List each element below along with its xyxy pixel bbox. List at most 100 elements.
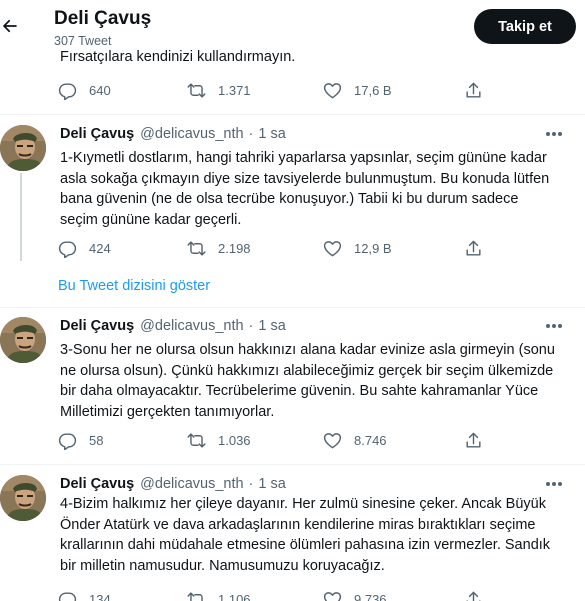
tweet-time[interactable]: 1 sa <box>258 476 285 492</box>
separator-dot: · <box>248 126 254 142</box>
tweet-divider <box>0 464 585 465</box>
tweet-actions: 134 1.106 9.736 <box>0 588 585 601</box>
back-arrow-icon <box>3 19 17 33</box>
tweet-text-line: Milletimizi gerçekten tanımıyorlar. <box>60 403 275 420</box>
like-button[interactable]: 8.746 <box>323 429 387 451</box>
share-button[interactable] <box>464 429 483 451</box>
retweet-count: 2.198 <box>218 240 251 256</box>
like-icon <box>323 239 342 258</box>
tweet-time[interactable]: 1 sa <box>258 318 285 334</box>
reply-count: 424 <box>89 240 111 256</box>
follow-button[interactable]: Takip et <box>474 9 576 44</box>
retweet-icon <box>187 81 206 100</box>
separator-dot: · <box>248 318 254 334</box>
more-icon <box>546 324 562 328</box>
more-icon <box>546 482 562 486</box>
reply-count: 134 <box>89 591 111 601</box>
tweet-time[interactable]: 1 sa <box>258 126 285 142</box>
like-icon <box>323 590 342 601</box>
share-icon <box>464 590 483 601</box>
reply-button[interactable]: 134 <box>58 588 111 601</box>
retweet-button[interactable]: 1.106 <box>187 588 251 601</box>
reply-icon <box>58 239 77 258</box>
tweet-text-line: bir milletin namusudur. Namusumuzu koruy… <box>60 557 385 574</box>
avatar-image <box>0 125 46 171</box>
header-profile-name: Deli Çavuş <box>54 8 152 29</box>
like-count: 17,6 B <box>354 82 392 98</box>
avatar[interactable] <box>0 125 46 171</box>
more-button[interactable] <box>543 474 565 494</box>
tweet-text-line: 4-Bizim halkımız her çileye dayanır. Her… <box>60 496 546 512</box>
tweet-text-line: 3-Sonu her ne olursa olsun hakkınızı ala… <box>60 342 555 358</box>
avatar-image <box>0 475 46 521</box>
like-icon <box>323 81 342 100</box>
tweet-text: 4-Bizim halkımız her çileye dayanır. Her… <box>60 494 570 576</box>
share-icon <box>464 81 483 100</box>
reply-icon <box>58 590 77 601</box>
like-icon <box>323 431 342 450</box>
retweet-button[interactable]: 1.036 <box>187 429 251 451</box>
tweet-text: 3-Sonu her ne olursa olsun hakkınızı ala… <box>60 340 570 422</box>
share-button[interactable] <box>464 79 483 101</box>
reply-button[interactable]: 58 <box>58 429 103 451</box>
retweet-button[interactable]: 2.198 <box>187 237 251 259</box>
reply-count: 640 <box>89 82 111 98</box>
tweet-text: 1-Kıymetli dostlarım, hangi tahriki yapa… <box>60 148 570 230</box>
like-button[interactable]: 17,6 B <box>323 79 392 101</box>
like-button[interactable]: 9.736 <box>323 588 387 601</box>
tweet-author-handle[interactable]: @delicavus_nth <box>140 318 243 334</box>
avatar-image <box>0 317 46 363</box>
tweet-text-line: seçim gününe kadar geçerli. <box>60 211 242 228</box>
profile-header: Deli Çavuş 307 Tweet Takip et <box>0 0 585 48</box>
reply-icon <box>58 81 77 100</box>
tweet-text-line: 1-Kıymetli dostlarım, hangi tahriki yapa… <box>60 150 547 166</box>
like-count: 9.736 <box>354 591 387 601</box>
show-thread-link[interactable]: Bu Tweet dizisini göster <box>58 278 210 294</box>
retweet-icon <box>187 431 206 450</box>
retweet-button[interactable]: 1.371 <box>187 79 251 101</box>
tweet-text-line: ne olursa olsun). Çünkü hakkımızı alabil… <box>60 362 554 379</box>
retweet-icon <box>187 239 206 258</box>
avatar[interactable] <box>0 317 46 363</box>
tweet-author-name[interactable]: Deli Çavuş <box>60 476 134 492</box>
reply-icon <box>58 431 77 450</box>
retweet-icon <box>187 590 206 601</box>
avatar[interactable] <box>0 475 46 521</box>
share-icon <box>464 431 483 450</box>
tweet-text-line: bana güvenin (ne de olsa tecrübe konuşuy… <box>60 191 519 207</box>
like-button[interactable]: 12,9 B <box>323 237 392 259</box>
tweet-author-handle[interactable]: @delicavus_nth <box>140 476 243 492</box>
retweet-count: 1.371 <box>218 82 251 98</box>
tweet-header: Deli Çavuş @delicavus_nth · 1 sa <box>60 316 286 336</box>
back-button[interactable] <box>0 12 20 40</box>
tweet-text-line: asla sokağa çıkmayın diye size tavsiyele… <box>60 170 550 187</box>
tweet-text-line: krallarının dahi müdahale etmesine ölüml… <box>60 537 551 553</box>
tweet-author-handle[interactable]: @delicavus_nth <box>140 126 243 142</box>
more-button[interactable] <box>543 124 565 144</box>
tweet-divider <box>0 307 585 308</box>
retweet-count: 1.106 <box>218 591 251 601</box>
like-count: 12,9 B <box>354 240 392 256</box>
more-icon <box>546 132 562 136</box>
reply-button[interactable]: 424 <box>58 237 111 259</box>
tweet-header: Deli Çavuş @delicavus_nth · 1 sa <box>60 474 286 494</box>
reply-count: 58 <box>89 432 104 448</box>
more-button[interactable] <box>543 316 565 336</box>
tweet-author-name[interactable]: Deli Çavuş <box>60 318 134 334</box>
like-count: 8.746 <box>354 432 387 448</box>
previous-tweet-text: Fırsatçılara kendinizi kullandırmayın. <box>60 49 296 65</box>
tweet-divider <box>0 114 585 115</box>
tweet-header: Deli Çavuş @delicavus_nth · 1 sa <box>60 124 286 144</box>
share-button[interactable] <box>464 237 483 259</box>
share-button[interactable] <box>464 588 483 601</box>
header-tweet-count: 307 Tweet <box>54 34 112 48</box>
share-icon <box>464 239 483 258</box>
reply-button[interactable]: 640 <box>58 79 111 101</box>
separator-dot: · <box>248 476 254 492</box>
tweet-actions: 424 2.198 12,9 B <box>0 237 585 259</box>
tweet-text-line: Önder Atatürk ve dava arkadaşlarının ken… <box>60 516 536 533</box>
tweet-actions: 58 1.036 8.746 <box>0 429 585 451</box>
tweet-author-name[interactable]: Deli Çavuş <box>60 126 134 142</box>
retweet-count: 1.036 <box>218 432 251 448</box>
tweet-text-line: bir daha olmayacaktır. Tecrübelerime güv… <box>60 383 539 399</box>
